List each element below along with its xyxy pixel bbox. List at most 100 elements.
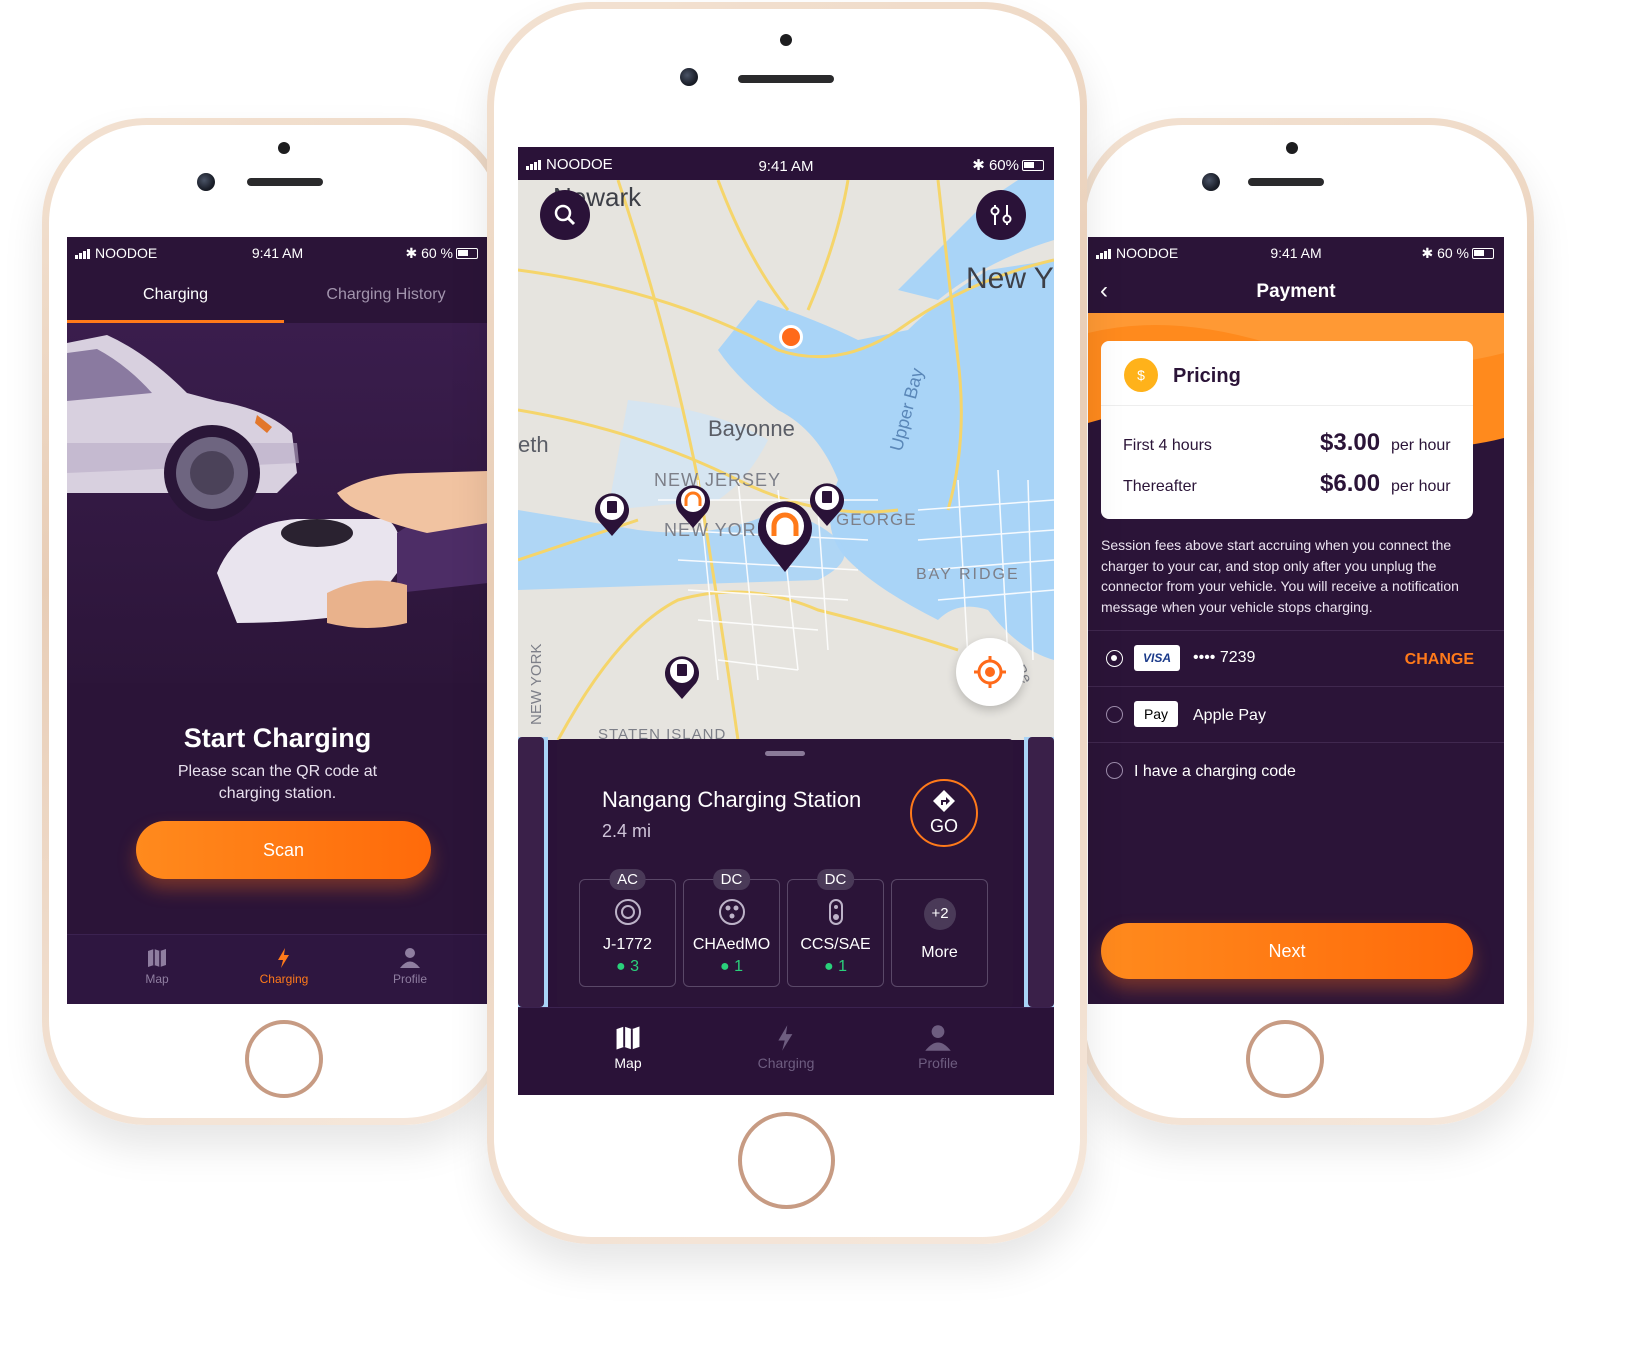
left-phone-speaker — [247, 178, 323, 186]
battery-label: 60 % — [421, 245, 453, 261]
next-card-peek — [1028, 737, 1054, 1007]
station-card[interactable]: Nangang Charging Station 2.4 mi GO AC J-… — [557, 739, 1013, 1007]
left-screen: NOODOE 9:41 AM ✱ 60 % Charging Charging … — [67, 237, 488, 1004]
apple-pay-label: Apple Pay — [1193, 707, 1266, 724]
pricing-row-2-unit: per hour — [1391, 478, 1451, 495]
battery: ✱ 60 % — [1421, 245, 1494, 262]
center-phone-camera — [680, 68, 698, 86]
nav-charging[interactable]: Charging — [254, 947, 314, 986]
nav-profile[interactable]: Profile — [380, 947, 440, 986]
connector-count: ● 1 — [823, 958, 847, 975]
nav-map[interactable]: Map — [127, 947, 187, 986]
connector-name: CCS/SAE — [800, 936, 871, 953]
locate-me-button[interactable] — [956, 638, 1024, 706]
map-label-bay-ridge: BAY RIDGE — [916, 566, 1020, 583]
next-button[interactable]: Next — [1101, 923, 1473, 979]
tab-charging-history[interactable]: Charging History — [284, 267, 488, 323]
crosshair-icon — [974, 656, 1006, 688]
bottom-nav: Map Charging Profile — [67, 934, 488, 1004]
charging-code-radio[interactable] — [1106, 762, 1123, 779]
bolt-icon — [278, 948, 289, 968]
pricing-heading: Pricing — [1173, 365, 1241, 387]
map-label-george: GEORGE — [836, 510, 917, 529]
visa-card-number: •••• 7239 — [1193, 649, 1256, 666]
connector-more[interactable]: +2 More — [891, 879, 988, 987]
visa-radio[interactable] — [1106, 650, 1123, 667]
left-phone-home-button[interactable] — [245, 1020, 323, 1098]
j1772-plug-icon — [614, 899, 641, 925]
connector-name: J-1772 — [603, 936, 652, 953]
bolt-icon — [778, 1025, 793, 1051]
payment-method-charging-code[interactable]: I have a charging code — [1088, 742, 1504, 798]
go-button[interactable]: GO — [910, 779, 978, 847]
battery: ✱ 60% — [972, 156, 1044, 174]
profile-icon — [925, 1025, 951, 1051]
right-phone-home-button[interactable] — [1246, 1020, 1324, 1098]
connector-j1772[interactable]: AC J-1772 ● 3 — [579, 869, 676, 987]
charging-code-label: I have a charging code — [1134, 763, 1296, 780]
pricing-divider — [1101, 405, 1473, 406]
charging-illustration — [67, 323, 488, 683]
start-charging-subtitle: Please scan the QR code at charging stat… — [177, 763, 378, 802]
nav-map-label: Map — [614, 1055, 642, 1071]
tab-charging[interactable]: Charging — [67, 267, 284, 323]
connector-count-value: 1 — [734, 958, 743, 975]
connector-count-value: 3 — [630, 958, 639, 975]
station-pin-selected[interactable] — [755, 498, 815, 574]
car-plug-illustration — [67, 335, 488, 628]
pricing-row-1-unit: per hour — [1391, 437, 1451, 454]
station-pin-4[interactable] — [662, 653, 702, 701]
profile-icon — [400, 948, 420, 968]
nav-charging-label: Charging — [259, 972, 309, 986]
left-phone: NOODOE 9:41 AM ✱ 60 % Charging Charging … — [42, 118, 508, 1125]
battery-icon — [1472, 248, 1494, 259]
connector-ccs-sae[interactable]: DC CCS/SAE ● 1 — [787, 869, 884, 987]
map-label-new-york-vertical: NEW YORK — [528, 643, 545, 725]
pricing-row-1-price: $3.00 — [1320, 429, 1381, 456]
start-charging-title: Start Charging — [183, 723, 372, 753]
search-icon — [554, 204, 576, 226]
nav-charging-label: Charging — [757, 1055, 815, 1071]
nav-map[interactable]: Map — [598, 1024, 658, 1071]
status-bar: NOODOE 9:41 AM ✱ 60 % — [1088, 237, 1504, 267]
nav-profile[interactable]: Profile — [908, 1024, 968, 1071]
change-button[interactable]: CHANGE — [1405, 651, 1474, 669]
go-label: GO — [929, 816, 958, 836]
station-pin-3[interactable] — [807, 480, 847, 528]
station-pin-2[interactable] — [673, 482, 713, 530]
pricing-row-1-label: First 4 hours — [1123, 437, 1212, 454]
center-phone-home-button[interactable] — [738, 1112, 835, 1209]
map-label-eth: eth — [518, 432, 549, 457]
dollar-coin-icon: $ — [1124, 358, 1158, 392]
directions-icon — [933, 790, 955, 812]
connector-count-value: 1 — [838, 958, 847, 975]
center-phone-sensor — [780, 34, 792, 46]
payment-method-visa[interactable]: VISA •••• 7239 CHANGE — [1088, 630, 1504, 686]
map-search-button[interactable] — [540, 190, 590, 240]
map-view[interactable]: Newark New Y Bayonne eth NEW JERSEY NEW … — [518, 180, 1054, 740]
right-screen: NOODOE 9:41 AM ✱ 60 % ‹ Payment $ Pricin… — [1088, 237, 1504, 1004]
nav-charging[interactable]: Charging — [746, 1024, 826, 1071]
battery-icon — [456, 248, 478, 259]
right-phone-sensor — [1286, 142, 1298, 154]
pricing-row-2-label: Thereafter — [1123, 478, 1197, 495]
left-phone-camera — [197, 173, 215, 191]
connector-count: ● 3 — [615, 958, 639, 975]
drag-handle[interactable] — [765, 751, 805, 756]
connector-chademo[interactable]: DC CHAedMO ● 1 — [683, 869, 780, 987]
map-label-bayonne: Bayonne — [708, 416, 795, 441]
station-pin-1[interactable] — [592, 490, 632, 538]
apple-pay-radio[interactable] — [1106, 706, 1123, 723]
payment-method-apple-pay[interactable]: Pay Apple Pay — [1088, 686, 1504, 742]
bluetooth-icon: ✱ — [405, 245, 422, 261]
visa-logo-icon: VISA — [1134, 645, 1180, 671]
right-phone: NOODOE 9:41 AM ✱ 60 % ‹ Payment $ Pricin… — [1078, 118, 1534, 1125]
more-label: More — [921, 944, 958, 961]
scan-button[interactable]: Scan — [136, 821, 431, 879]
station-distance: 2.4 mi — [602, 821, 652, 841]
map-label-staten-island: STATEN ISLAND — [598, 726, 727, 740]
battery-label: 60 % — [1437, 245, 1469, 261]
map-filter-button[interactable] — [976, 190, 1026, 240]
battery-label: 60% — [988, 157, 1019, 174]
connector-type-badge: DC — [816, 869, 855, 890]
